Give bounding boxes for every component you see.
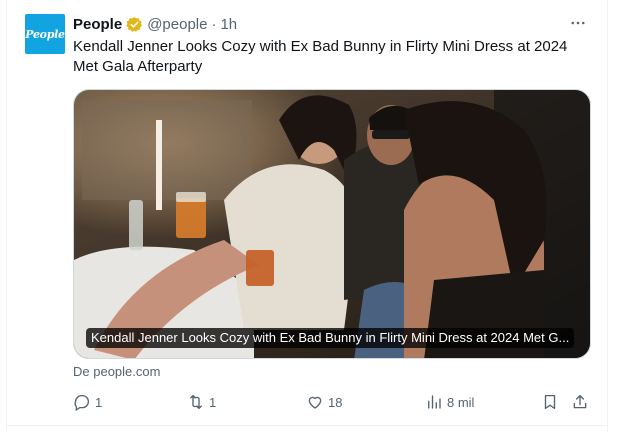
media-photo[interactable]: Kendall Jenner Looks Cozy with Ex Bad Bu… xyxy=(73,89,591,359)
tweet-card[interactable]: People People @people · 1h Kendall Jenne… xyxy=(6,0,608,432)
views-button[interactable]: 8 mil xyxy=(425,392,474,412)
bookmark-icon xyxy=(544,394,556,410)
like-count: 18 xyxy=(328,394,343,410)
share-icon xyxy=(573,394,587,409)
reply-button[interactable]: 1 xyxy=(73,392,102,412)
share-button[interactable] xyxy=(571,392,589,412)
bookmark-button[interactable] xyxy=(541,392,559,412)
author-handle[interactable]: @people xyxy=(147,16,207,33)
tweet-header: People @people · 1h xyxy=(73,13,237,35)
reply-count: 1 xyxy=(95,394,103,410)
views-chart-icon xyxy=(428,395,441,409)
like-button[interactable]: 18 xyxy=(306,392,342,412)
heart-icon xyxy=(308,396,322,409)
author-name[interactable]: People xyxy=(73,16,122,33)
tweet-actions: 1 1 18 8 mil xyxy=(73,392,593,412)
retweet-icon xyxy=(190,394,202,410)
avatar-logo-text: People xyxy=(25,27,65,41)
reply-icon xyxy=(74,394,90,411)
retweet-button[interactable]: 1 xyxy=(187,392,216,412)
views-count: 8 mil xyxy=(447,394,475,410)
tweet-text: Kendall Jenner Looks Cozy with Ex Bad Bu… xyxy=(73,38,568,75)
party-photo-illustration xyxy=(74,90,590,358)
retweet-count: 1 xyxy=(209,394,217,410)
link-source[interactable]: De people.com xyxy=(73,364,160,379)
media-caption: Kendall Jenner Looks Cozy with Ex Bad Bu… xyxy=(86,328,575,348)
more-dots-icon[interactable] xyxy=(567,12,589,34)
header-separator: · xyxy=(211,15,217,33)
avatar[interactable]: People xyxy=(25,14,65,54)
tweet-timestamp[interactable]: 1h xyxy=(220,16,237,33)
verified-badge-icon[interactable] xyxy=(126,16,143,33)
